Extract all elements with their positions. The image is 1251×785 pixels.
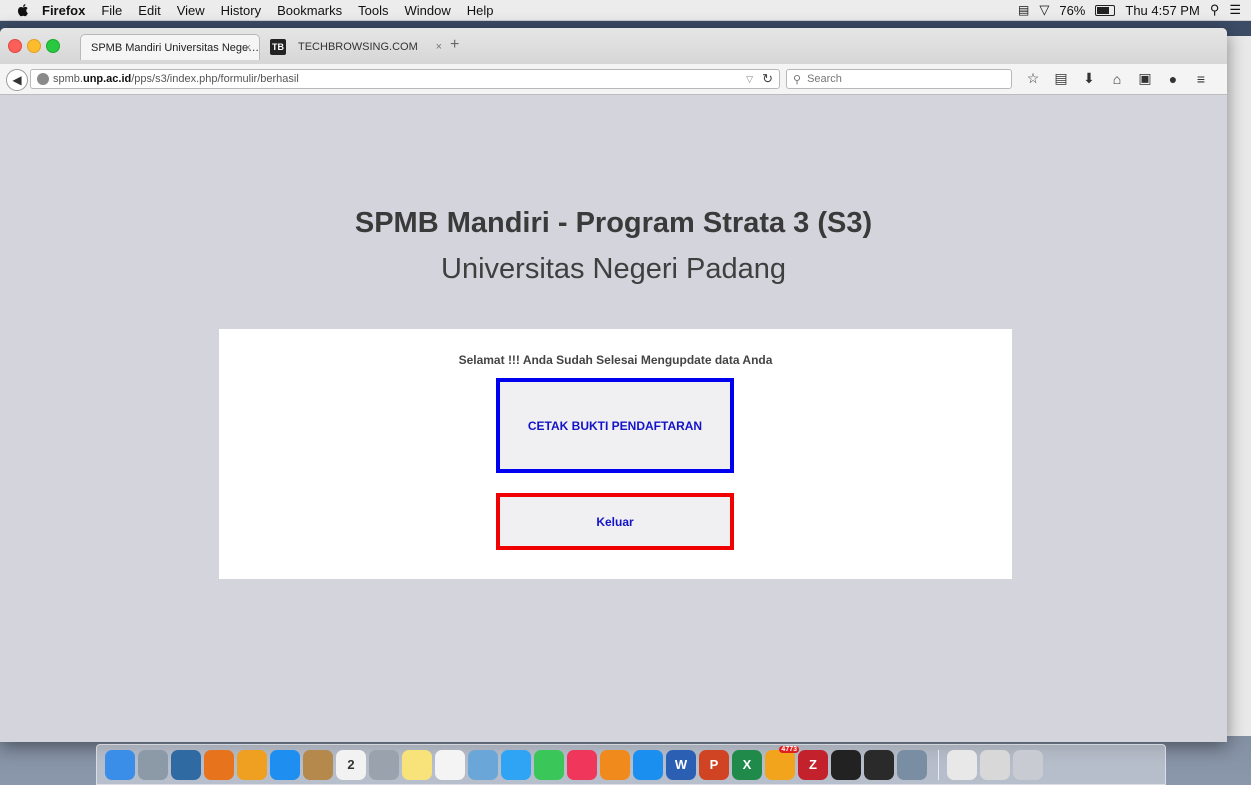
itunes-icon[interactable]: [567, 749, 597, 780]
close-window-button[interactable]: [8, 39, 22, 53]
tab-techbrowsing[interactable]: TB TECHBROWSING.COM ×: [266, 34, 450, 60]
contacts-icon[interactable]: [303, 749, 333, 780]
tab-strip: SPMB Mandiri Universitas Nege… × TB TECH…: [0, 28, 1227, 64]
image-capture-icon[interactable]: [897, 749, 927, 780]
activity-monitor-icon[interactable]: [864, 749, 894, 780]
menu-bookmarks[interactable]: Bookmarks: [277, 3, 342, 18]
reminders-icon[interactable]: [435, 749, 465, 780]
url-bar[interactable]: spmb. unp.ac.id/pps/s3/index.php/formulir…: [30, 69, 780, 89]
battery-percent[interactable]: 76%: [1059, 3, 1085, 18]
reading-list-icon[interactable]: ▤: [1054, 70, 1068, 87]
terminal-icon[interactable]: [831, 749, 861, 780]
menubar-status: ▤ ▽ 76% Thu 4:57 PM ⚲ ☰: [1008, 0, 1241, 20]
battery-icon[interactable]: [1095, 4, 1116, 16]
page-content: SPMB Mandiri - Program Strata 3 (S3) Uni…: [0, 95, 1227, 742]
messages-icon[interactable]: [501, 749, 531, 780]
trash-icon[interactable]: [1013, 749, 1043, 780]
dock: 2 W P X 4773 Z: [96, 744, 1166, 785]
reload-icon[interactable]: ↻: [762, 71, 773, 87]
tab-close-icon[interactable]: ×: [436, 41, 442, 53]
page-title: SPMB Mandiri - Program Strata 3 (S3): [354, 207, 873, 239]
search-placeholder: Search: [807, 73, 842, 85]
back-arrow-icon: ◀: [12, 73, 22, 87]
page-subtitle: Universitas Negeri Padang: [441, 253, 786, 285]
notification-center-icon[interactable]: ☰: [1229, 2, 1241, 18]
tab-close-icon[interactable]: ×: [245, 42, 251, 54]
excel-icon[interactable]: X: [732, 749, 762, 780]
ucbrowser2-icon[interactable]: 4773: [765, 745, 799, 780]
browser-window: SPMB Mandiri Universitas Nege… × TB TECH…: [0, 28, 1227, 742]
search-input[interactable]: ⚲ Search: [786, 69, 1012, 89]
menu-file[interactable]: File: [101, 3, 122, 18]
keyboard-icon[interactable]: ▤: [1018, 3, 1029, 17]
safari-icon[interactable]: [270, 749, 300, 780]
result-panel: Selamat !!! Anda Sudah Selesai Mengupdat…: [219, 329, 1012, 579]
finder-icon[interactable]: [105, 749, 135, 780]
clock[interactable]: Thu 4:57 PM: [1125, 3, 1199, 18]
zoom-window-button[interactable]: [46, 39, 60, 53]
mysql-workbench-icon[interactable]: [171, 749, 201, 780]
tab-title: TECHBROWSING.COM: [298, 41, 418, 53]
minimize-window-button[interactable]: [27, 39, 41, 53]
navigation-bar: ◀ spmb. unp.ac.id/pps/s3/index.php/formul…: [0, 64, 1227, 95]
search-icon: ⚲: [793, 73, 802, 86]
notes-icon[interactable]: [402, 749, 432, 780]
documents-icon[interactable]: [947, 749, 977, 780]
print-registration-button[interactable]: CETAK BUKTI PENDAFTARAN: [496, 378, 734, 473]
ibooks-icon[interactable]: [600, 749, 630, 780]
uc-browser-icon[interactable]: [237, 749, 267, 780]
filezilla-icon[interactable]: Z: [798, 749, 828, 780]
back-button[interactable]: ◀: [6, 69, 28, 91]
menu-icon[interactable]: ≡: [1194, 71, 1208, 87]
youtube-icon[interactable]: ▣: [1138, 70, 1152, 87]
menu-window[interactable]: Window: [405, 3, 451, 18]
home-icon[interactable]: ⌂: [1110, 71, 1124, 87]
powerpoint-icon[interactable]: P: [699, 749, 729, 780]
dock-separator: [938, 749, 939, 780]
wifi-icon[interactable]: ▽: [1039, 2, 1049, 18]
success-message: Selamat !!! Anda Sudah Selesai Mengupdat…: [458, 353, 773, 367]
dock-badge: 4773: [779, 745, 799, 753]
menu-edit[interactable]: Edit: [138, 3, 160, 18]
url-prefix: spmb.: [53, 73, 83, 85]
calendar-icon[interactable]: 2: [336, 749, 366, 780]
techbrowsing-favicon-icon: TB: [270, 39, 286, 55]
url-path: /pps/s3/index.php/formulir/berhasil: [131, 73, 299, 85]
preview-icon[interactable]: [468, 749, 498, 780]
menu-view[interactable]: View: [177, 3, 205, 18]
history-dropdown-icon[interactable]: ▽: [746, 74, 753, 85]
menu-help[interactable]: Help: [467, 3, 494, 18]
globe-icon: [37, 73, 49, 85]
bookmark-star-icon[interactable]: ☆: [1026, 70, 1040, 87]
downloads-icon[interactable]: [980, 749, 1010, 780]
apple-icon[interactable]: [16, 3, 30, 17]
tab-title: SPMB Mandiri Universitas Nege…: [91, 41, 260, 54]
new-tab-button[interactable]: +: [450, 36, 459, 54]
logout-button[interactable]: Keluar: [496, 493, 734, 550]
menu-history[interactable]: History: [221, 3, 261, 18]
tab-spmb[interactable]: SPMB Mandiri Universitas Nege… ×: [80, 34, 260, 60]
menubar: Firefox File Edit View History Bookmarks…: [0, 0, 1251, 21]
toolbar-icons: ☆ ▤ ⬇ ⌂ ▣ ● ≡: [1026, 70, 1222, 87]
app-store-icon[interactable]: [633, 749, 663, 780]
chat-icon[interactable]: ●: [1166, 71, 1180, 87]
download-icon[interactable]: ⬇: [1082, 70, 1096, 87]
word-icon[interactable]: W: [666, 749, 696, 780]
menu-tools[interactable]: Tools: [358, 3, 388, 18]
system-preferences-icon[interactable]: [369, 749, 399, 780]
launchpad-icon[interactable]: [138, 749, 168, 780]
facetime-icon[interactable]: [534, 749, 564, 780]
firefox-icon[interactable]: [204, 749, 234, 780]
spotlight-icon[interactable]: ⚲: [1210, 2, 1220, 18]
menu-app-name[interactable]: Firefox: [42, 3, 85, 18]
url-domain: unp.ac.id: [82, 73, 132, 85]
